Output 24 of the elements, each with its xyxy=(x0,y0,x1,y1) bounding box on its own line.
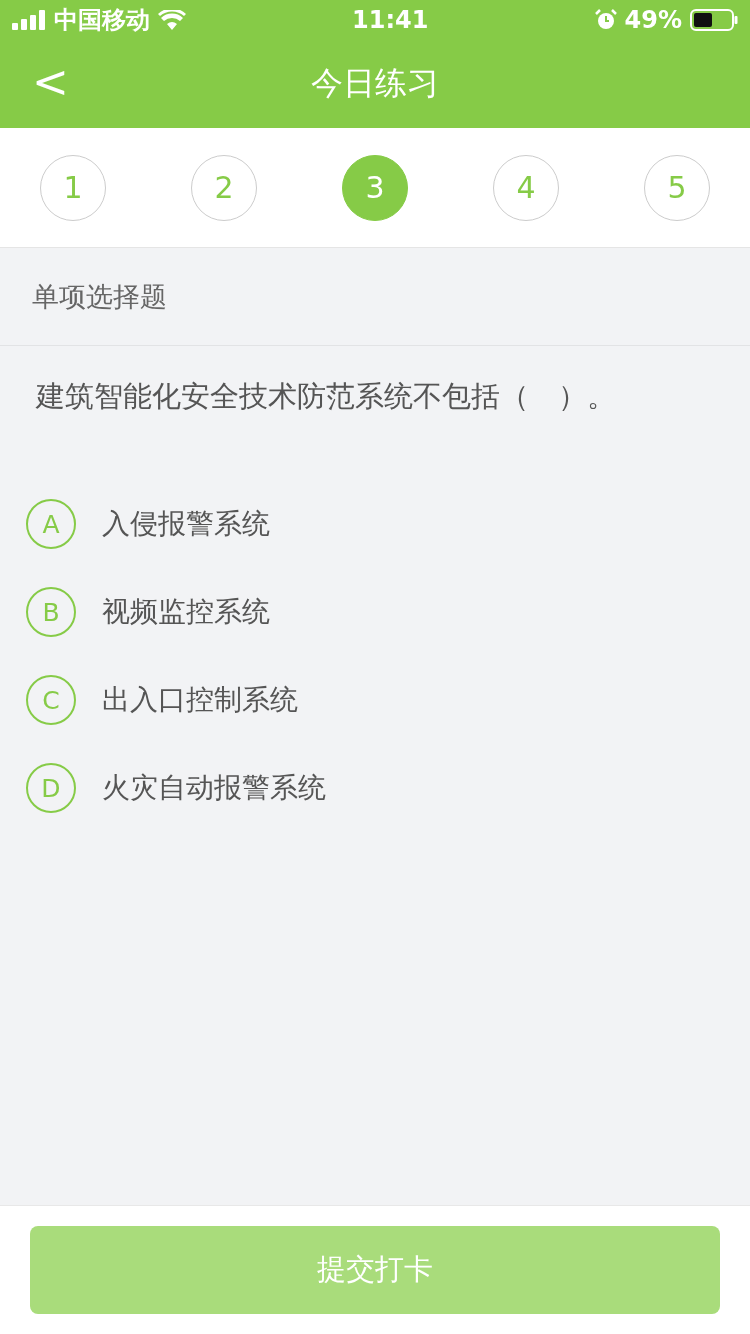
question-number-tab[interactable]: 5 xyxy=(644,154,710,221)
question-number-tab[interactable]: 2 xyxy=(191,154,257,221)
question-type: 单项选择题 xyxy=(32,279,167,314)
alarm-icon xyxy=(594,9,617,31)
battery-icon xyxy=(690,9,738,31)
option-text[interactable]: 火灾自动报警系统 xyxy=(102,769,326,807)
signal-icon xyxy=(12,10,46,30)
question-number-tab[interactable]: 1 xyxy=(40,154,106,221)
option-text[interactable]: 出入口控制系统 xyxy=(102,681,298,719)
option-radio[interactable]: A xyxy=(26,499,76,549)
battery-percent: 49% xyxy=(624,6,682,34)
question-text: 建筑智能化安全技术防范系统不包括（ ）。 xyxy=(36,379,616,413)
page-title: 今日练习 xyxy=(311,63,439,104)
option-text[interactable]: 入侵报警系统 xyxy=(102,505,270,543)
status-time: 11:41 xyxy=(352,6,429,34)
option-text[interactable]: 视频监控系统 xyxy=(102,593,270,631)
question-number-tab[interactable]: 4 xyxy=(493,154,559,221)
carrier-name: 中国移动 xyxy=(54,5,150,36)
option-radio[interactable]: D xyxy=(26,763,76,813)
wifi-icon xyxy=(158,10,186,30)
option-radio[interactable]: B xyxy=(26,587,76,637)
question-number-tab[interactable]: 3 xyxy=(342,154,408,221)
back-button[interactable]: < xyxy=(26,54,75,110)
option-radio[interactable]: C xyxy=(26,675,76,725)
